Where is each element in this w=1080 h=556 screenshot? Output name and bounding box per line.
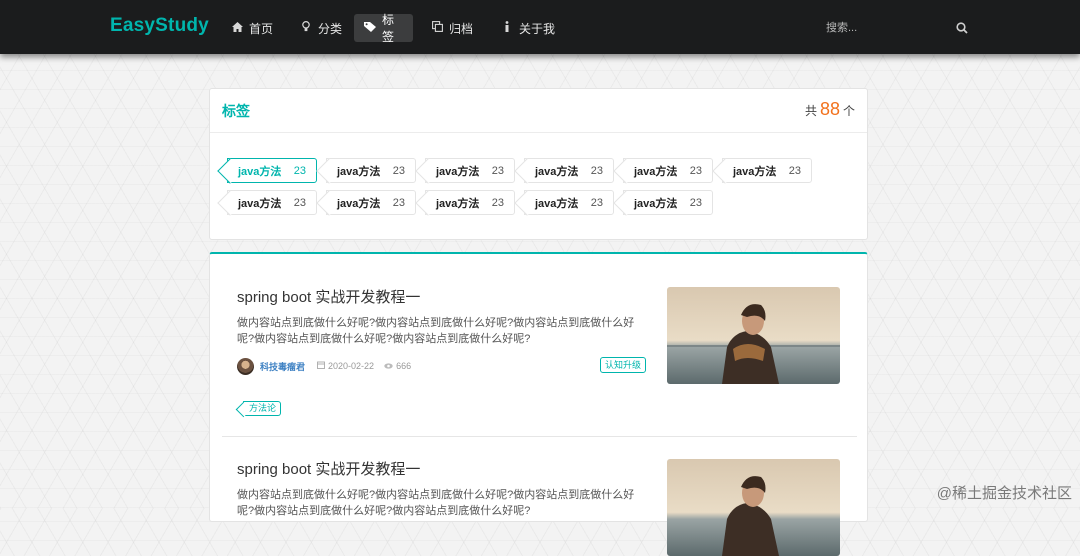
nav-item-label: 首页 <box>249 21 274 36</box>
watermark: @稀土掘金技术社区 <box>936 485 1072 502</box>
nav-item-home[interactable]: 首页 <box>221 14 283 42</box>
post-category-label[interactable]: 认知升级 <box>600 357 647 373</box>
tag-item[interactable]: java方法 23 <box>524 190 614 215</box>
tag-name: java方法 <box>337 197 381 210</box>
nav-item-label: 分类 <box>318 21 343 36</box>
tag-item[interactable]: java方法 23 <box>326 158 416 183</box>
nav-item-label: 标签 <box>382 13 395 44</box>
tag-item[interactable]: java方法 23 <box>623 158 713 183</box>
post-title[interactable]: spring boot 实战开发教程一 <box>237 458 420 479</box>
tag-count: 23 <box>392 164 405 177</box>
post-tag[interactable]: 方法论 <box>243 401 282 416</box>
search-icon[interactable] <box>956 21 970 35</box>
tags-card-header: 标签 共 88 个 <box>210 89 867 133</box>
tag-item[interactable]: java方法 23 <box>227 158 317 183</box>
tag-count: 23 <box>491 164 504 177</box>
avatar[interactable] <box>237 357 254 375</box>
tag-count: 23 <box>293 196 306 209</box>
post-date-text: 2020-02-22 <box>328 361 375 371</box>
tags-total-count: 88 <box>819 99 840 119</box>
tag-name: java方法 <box>535 197 579 210</box>
blog-list-card: spring boot 实战开发教程一 做内容站点到底做什么好呢?做内容站点到底… <box>209 252 868 556</box>
tag-count: 23 <box>590 196 603 209</box>
tag-name: java方法 <box>535 165 579 178</box>
post-date: 2020-02-22 <box>317 361 374 371</box>
tag-count: 23 <box>491 196 504 209</box>
top-navbar: EasyStudy 首页 分类 标签 归档 关于我 <box>0 0 1080 54</box>
tag-count: 23 <box>392 196 405 209</box>
tag-item[interactable]: java方法 23 <box>326 190 416 215</box>
tag-name: java方法 <box>436 197 480 210</box>
tags-total-suffix: 个 <box>842 104 855 118</box>
tag-name: java方法 <box>634 165 678 178</box>
post-thumbnail[interactable] <box>667 287 840 384</box>
nav-item-tags[interactable]: 标签 <box>354 13 413 44</box>
home-icon <box>231 21 243 35</box>
tag-icon <box>364 21 376 35</box>
post-author[interactable]: 科技毒瘤君 <box>260 360 305 373</box>
tag-list: java方法 23 java方法 23 java方法 23 java方法 23 java… <box>227 158 847 215</box>
tag-name: java方法 <box>238 165 282 178</box>
post-description: 做内容站点到底做什么好呢?做内容站点到底做什么好呢?做内容站点到底做什么好呢?做… <box>237 317 635 345</box>
tag-item[interactable]: java方法 23 <box>425 158 515 183</box>
lightbulb-icon <box>300 20 312 35</box>
tag-name: java方法 <box>238 197 282 210</box>
tag-item[interactable]: java方法 23 <box>524 158 614 183</box>
post-views: 666 <box>384 361 411 371</box>
nav-item-about[interactable]: 关于我 <box>491 14 565 42</box>
tag-count: 23 <box>689 164 702 177</box>
nav-item-category[interactable]: 分类 <box>290 14 352 42</box>
post-title[interactable]: spring boot 实战开发教程一 <box>237 286 420 307</box>
tag-count: 23 <box>689 196 702 209</box>
tag-name: java方法 <box>337 165 381 178</box>
clone-icon <box>431 21 443 35</box>
tag-item[interactable]: java方法 23 <box>623 190 713 215</box>
post-divider <box>222 436 857 437</box>
info-icon <box>501 21 513 35</box>
nav-item-label: 归档 <box>449 21 474 36</box>
post-views-text: 666 <box>396 361 412 371</box>
tag-item[interactable]: java方法 23 <box>722 158 812 183</box>
tags-total-prefix: 共 <box>804 104 817 118</box>
search-input[interactable] <box>826 18 936 38</box>
tags-total: 共 88 个 <box>805 99 855 120</box>
tag-count: 23 <box>293 164 306 177</box>
post-tag-text: 方法论 <box>249 403 277 413</box>
tag-name: java方法 <box>733 165 777 178</box>
calendar-icon <box>317 361 325 371</box>
tag-item[interactable]: java方法 23 <box>227 190 317 215</box>
nav-item-archive[interactable]: 归档 <box>421 14 483 42</box>
brand-logo[interactable]: EasyStudy <box>110 15 209 37</box>
tags-title: 标签 <box>222 103 250 119</box>
tag-count: 23 <box>590 164 603 177</box>
post-description: 做内容站点到底做什么好呢?做内容站点到底做什么好呢?做内容站点到底做什么好呢?做… <box>237 489 635 517</box>
tag-name: java方法 <box>436 165 480 178</box>
nav-item-label: 关于我 <box>519 21 556 36</box>
tag-count: 23 <box>788 164 801 177</box>
post-meta: 科技毒瘤君 2020-02-22 666 <box>237 357 421 375</box>
eye-icon <box>384 361 393 371</box>
tag-item[interactable]: java方法 23 <box>425 190 515 215</box>
tag-name: java方法 <box>634 197 678 210</box>
